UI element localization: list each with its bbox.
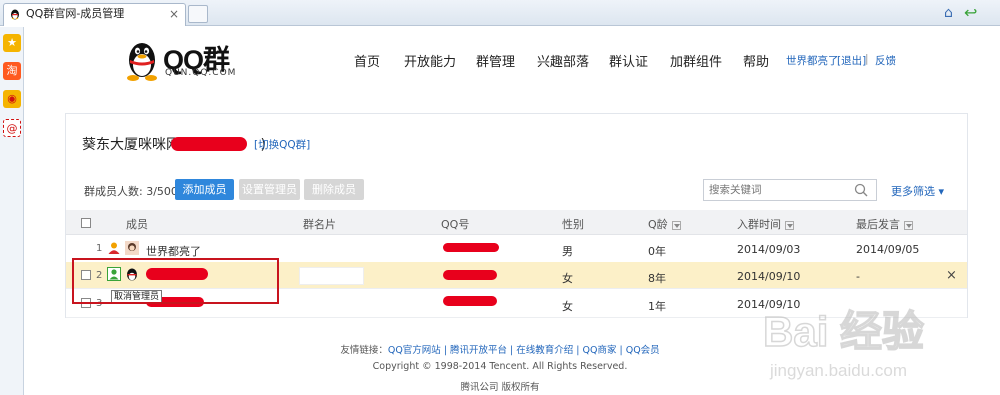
group-name: 葵东大厦咪咪网( [82,137,186,153]
col-qq-number: QQ号 [441,218,470,231]
member-last-speak: 2014/09/05 [856,243,920,256]
logo-subtitle: QUN.QQ.COM [165,68,237,78]
sort-icon[interactable] [671,220,681,230]
more-filter-dropdown[interactable]: 更多筛选 ▾ [891,183,944,199]
member-join-time: 2014/09/10 [737,270,801,283]
weibo-icon[interactable]: ◉ [3,90,21,108]
tab-close-icon[interactable]: × [169,4,179,24]
set-admin-button[interactable]: 设置管理员 [239,179,300,200]
member-gender: 女 [562,300,573,313]
footer-links-prefix: 友情链接： [340,345,388,356]
header-separator: | [865,53,869,65]
user-name-link[interactable]: 世界都亮了 [786,53,839,68]
redaction-mark [443,296,497,306]
nav-open-ability[interactable]: 开放能力 [404,51,456,70]
search-box [703,179,877,201]
logout-link[interactable]: [退出] [837,53,866,68]
col-group-card: 群名片 [303,218,336,231]
email-icon[interactable]: @ [3,119,21,137]
group-card-field[interactable] [299,267,364,285]
watermark-brand: Bai 经验 [763,308,924,355]
remove-member-icon[interactable]: × [946,268,957,283]
member-name[interactable]: 世界都亮了 [146,243,201,259]
member-gender: 男 [562,245,573,258]
sort-icon[interactable] [904,220,913,230]
new-tab-button[interactable] [188,5,208,23]
col-join-time[interactable]: 入群时间 [737,216,794,232]
member-qage: 8年 [648,272,666,285]
sort-icon[interactable] [785,220,794,230]
owner-icon [108,242,120,254]
member-last-speak: - [856,270,860,283]
col-qage[interactable]: Q龄 [648,216,681,232]
redaction-mark [443,270,497,280]
favorites-star-icon[interactable]: ★ [3,34,21,52]
watermark-url: jingyan.baidu.com [769,361,907,380]
feedback-link[interactable]: 反馈 [875,53,896,68]
nav-group-cert[interactable]: 群认证 [609,51,648,70]
table-header [66,210,967,235]
browser-tab-bar: QQ群官网-成员管理 × ⌂ ↩ [0,0,1000,26]
switch-group-link[interactable]: [切换QQ群] [254,137,310,152]
annotation-outline [72,258,279,304]
browser-tab[interactable]: QQ群官网-成员管理 × [3,3,186,26]
back-arrow-icon[interactable]: ↩ [964,5,977,21]
nav-interest-tribe[interactable]: 兴趣部落 [537,51,589,70]
member-qage: 1年 [648,300,666,313]
search-icon[interactable] [854,183,868,197]
footer-link-list[interactable]: QQ官方网站 | 腾讯开放平台 | 在线教育介绍 | QQ商家 | QQ会员 [388,345,660,356]
taobao-icon[interactable]: 淘 [3,62,21,80]
col-gender: 性别 [562,218,584,231]
search-input[interactable] [709,182,849,198]
add-member-button[interactable]: 添加成员 [175,179,234,200]
redaction-mark [443,243,499,252]
nav-group-manage[interactable]: 群管理 [476,51,515,70]
member-qage: 0年 [648,245,666,258]
qq-penguin-logo [127,43,157,81]
tab-title: QQ群官网-成员管理 [26,7,125,20]
qq-penguin-icon [11,9,19,20]
nav-join-widget[interactable]: 加群组件 [670,51,722,70]
member-count: 群成员人数: 3/500 [84,185,178,198]
browser-sidebar: ★ 淘 ◉ @ [0,27,24,395]
col-member: 成员 [126,218,148,231]
select-all-checkbox[interactable] [81,218,91,228]
avatar[interactable] [125,241,139,255]
home-icon[interactable]: ⌂ [944,5,953,21]
member-join-time: 2014/09/03 [737,243,801,256]
nav-help[interactable]: 帮助 [743,51,769,70]
row-number: 1 [96,243,103,254]
baidu-jingyan-watermark: Bai 经验 jingyan.baidu.com [762,307,925,380]
redaction-mark [171,137,247,151]
delete-member-button[interactable]: 删除成员 [304,179,364,200]
col-last-speak[interactable]: 最后发言 [856,216,913,232]
member-gender: 女 [562,272,573,285]
nav-home[interactable]: 首页 [354,51,380,70]
